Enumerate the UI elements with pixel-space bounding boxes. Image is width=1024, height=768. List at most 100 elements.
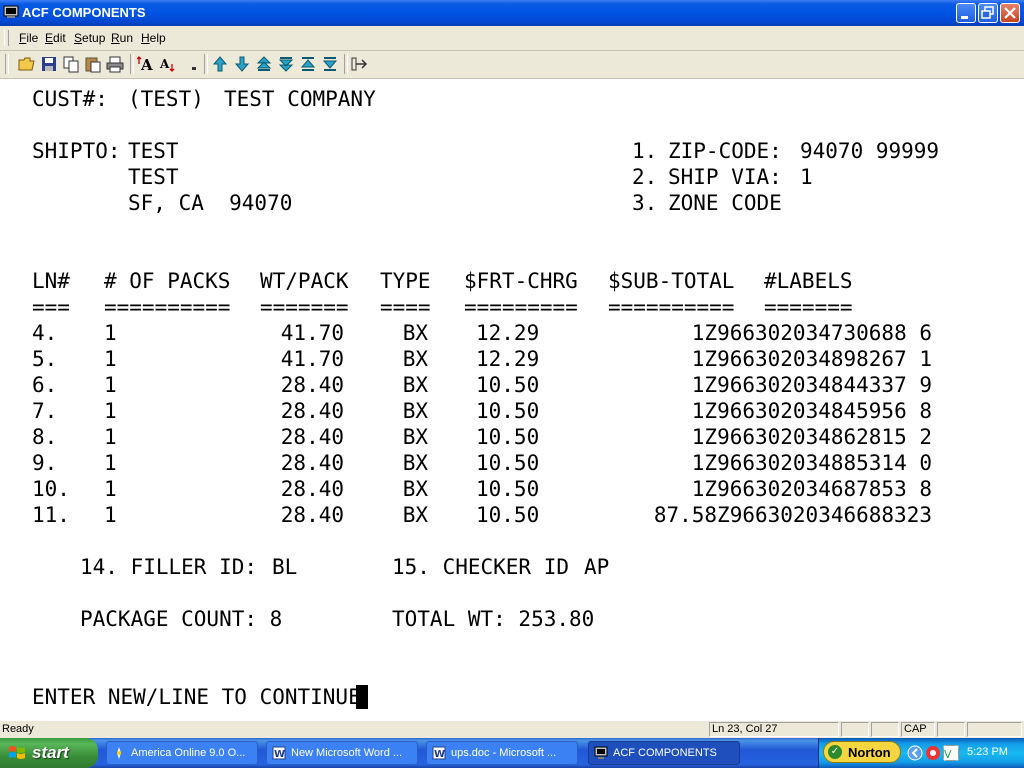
row-frt: 12.29	[476, 321, 540, 345]
page-up-icon[interactable]	[255, 55, 273, 73]
connect-icon[interactable]	[350, 55, 368, 73]
menu-file[interactable]: File	[19, 31, 38, 45]
menu-help-label: elp	[149, 31, 166, 45]
start-button[interactable]: start	[0, 738, 98, 768]
task-word-ups[interactable]: W ups.doc - Microsoft ...	[426, 741, 578, 765]
tray-chevron-icon[interactable]	[907, 745, 923, 761]
row-ln: 11.	[32, 503, 70, 527]
bottom-icon[interactable]	[321, 55, 339, 73]
word-icon: W	[432, 746, 446, 760]
row-labels: 1Z966302034885314 0	[691, 451, 932, 475]
font-larger-icon[interactable]: A	[137, 55, 155, 73]
zone-code-num: 3.	[632, 191, 658, 215]
task-acf-components[interactable]: ACF COMPONENTS	[588, 741, 740, 765]
svg-text:W: W	[274, 749, 285, 760]
small-dot-icon[interactable]	[184, 55, 202, 73]
task-label: America Online 9.0 O...	[131, 747, 246, 759]
row-labels: 87.58Z9663020346688323	[653, 503, 932, 527]
row-packs: 1	[104, 347, 117, 371]
font-smaller-icon[interactable]: A	[158, 55, 176, 73]
row-type: BX	[402, 451, 428, 475]
row-ln: 7.	[32, 399, 58, 423]
row-ln: 9.	[32, 451, 58, 475]
norton-button[interactable]: ✓ Norton	[823, 741, 901, 763]
row-labels: 1Z966302034730688 6	[691, 321, 932, 345]
header-wt: WT/PACK	[260, 269, 349, 293]
toolbar-separator	[204, 54, 208, 74]
vc-icon[interactable]: V	[943, 745, 959, 761]
paste-icon[interactable]	[84, 55, 102, 73]
row-type: BX	[402, 425, 428, 449]
row-labels: 1Z966302034862815 2	[691, 425, 932, 449]
row-frt: 10.50	[476, 451, 540, 475]
row-packs: 1	[104, 477, 117, 501]
print-icon[interactable]	[106, 55, 124, 73]
shipto-line: TEST	[128, 139, 179, 163]
header-type: TYPE	[380, 269, 431, 293]
row-packs: 1	[104, 399, 117, 423]
row-packs: 1	[104, 321, 117, 345]
package-count: PACKAGE COUNT: 8	[80, 607, 283, 631]
status-caps: CAP	[901, 722, 935, 737]
row-wt: 41.70	[280, 321, 344, 345]
checker-id-value: AP	[584, 555, 610, 579]
row-labels: 1Z966302034687853 8	[691, 477, 932, 501]
shipto-line: SF, CA 94070	[128, 191, 293, 215]
minimize-button[interactable]	[956, 3, 976, 23]
menu-run-accel: R	[111, 31, 120, 45]
row-ln: 6.	[32, 373, 58, 397]
task-aol[interactable]: America Online 9.0 O...	[106, 741, 258, 765]
text-cursor[interactable]	[356, 685, 368, 709]
header-subtotal: $SUB-TOTAL	[608, 269, 735, 293]
row-type: BX	[402, 503, 428, 527]
task-word-new[interactable]: W New Microsoft Word ...	[266, 741, 418, 765]
header-rule: =========	[464, 295, 578, 319]
cust-label: CUST#:	[32, 87, 108, 111]
page-down-icon[interactable]	[277, 55, 295, 73]
row-wt: 41.70	[280, 347, 344, 371]
task-label: ups.doc - Microsoft ...	[451, 747, 557, 759]
svg-text:A: A	[159, 57, 170, 71]
svg-text:W: W	[434, 749, 445, 760]
menu-grip[interactable]	[4, 30, 9, 46]
windows-logo-icon	[9, 746, 25, 759]
ship-via-label: SHIP VIA:	[668, 165, 782, 189]
header-frt: $FRT-CHRG	[464, 269, 578, 293]
row-labels: 1Z966302034845956 8	[691, 399, 932, 423]
toolbar-grip	[5, 54, 9, 74]
status-caps-text: CAP	[904, 723, 927, 735]
close-button[interactable]	[1000, 3, 1020, 23]
clock: 5:23 PM	[967, 746, 1008, 758]
save-icon[interactable]	[40, 55, 58, 73]
zip-code-num: 1.	[632, 139, 658, 163]
row-wt: 28.40	[280, 373, 344, 397]
terminal-screen[interactable]: CUST#: (TEST) TEST COMPANY SHIPTO: TEST …	[0, 79, 1024, 719]
row-frt: 12.29	[476, 347, 540, 371]
checker-id-label: 15. CHECKER ID	[392, 555, 570, 579]
menu-run[interactable]: Run	[111, 31, 133, 45]
menu-file-label: ile	[26, 31, 39, 45]
status-ready: Ready	[2, 723, 34, 735]
arrow-up-icon[interactable]	[211, 55, 229, 73]
terminal-app-icon[interactable]	[3, 4, 19, 20]
system-tray: ✓ Norton V 5:23 PM	[818, 738, 1024, 768]
menu-setup[interactable]: Setup	[74, 31, 105, 45]
header-rule: ==========	[104, 295, 231, 319]
maximize-button[interactable]	[978, 3, 998, 23]
filler-id-value: BL	[272, 555, 298, 579]
ship-via-num: 2.	[632, 165, 658, 189]
copy-icon[interactable]	[62, 55, 80, 73]
menu-edit[interactable]: Edit	[45, 31, 66, 45]
row-ln: 4.	[32, 321, 58, 345]
open-folder-icon[interactable]	[18, 55, 36, 73]
top-icon[interactable]	[299, 55, 317, 73]
toolbar: A A	[0, 51, 1024, 79]
zip-code-label: ZIP-CODE:	[668, 139, 782, 163]
browser-icon[interactable]	[925, 745, 941, 761]
status-panel	[841, 722, 869, 737]
row-frt: 10.50	[476, 477, 540, 501]
row-type: BX	[402, 321, 428, 345]
menu-help[interactable]: Help	[141, 31, 166, 45]
status-bar: Ready Ln 23, Col 27 CAP	[0, 720, 1024, 739]
arrow-down-icon[interactable]	[233, 55, 251, 73]
